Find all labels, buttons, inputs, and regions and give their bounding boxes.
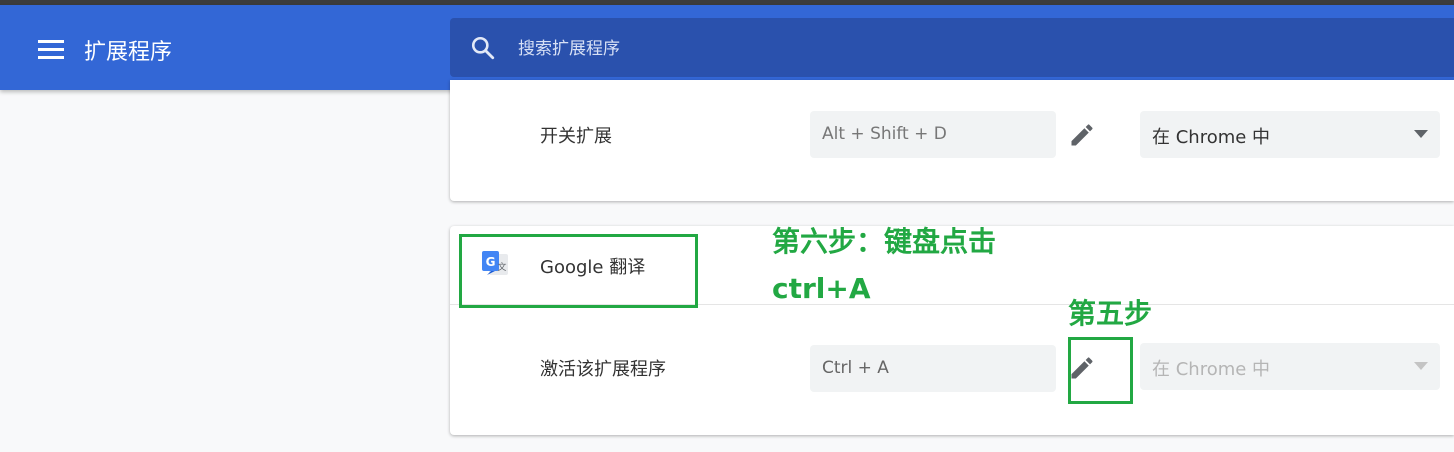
search-bar[interactable] [450, 18, 1454, 77]
page-title: 扩展程序 [84, 40, 173, 65]
annotation-box-edit [1068, 337, 1133, 404]
app-header: 扩展程序 [0, 5, 1454, 90]
annotation-step6-line1: 第六步：键盘点击 [772, 225, 997, 258]
hamburger-menu-icon[interactable] [38, 40, 64, 60]
annotation-step6-line2: ctrl+A [772, 272, 871, 305]
pencil-edit-icon[interactable] [1068, 121, 1096, 149]
shortcut-row-label: 开关扩展 [540, 126, 612, 147]
scope-select[interactable]: 在 Chrome 中 [1140, 343, 1440, 390]
search-input[interactable] [516, 34, 1420, 64]
annotation-box-extension [459, 234, 698, 308]
annotation-step5: 第五步 [1068, 297, 1153, 330]
dropdown-arrow-icon [1414, 130, 1428, 138]
shortcut-row-label: 激活该扩展程序 [540, 359, 666, 380]
shortcut-input[interactable]: Ctrl + A [810, 345, 1056, 392]
scope-select-value: 在 Chrome 中 [1152, 359, 1271, 380]
scope-select[interactable]: 在 Chrome 中 [1140, 111, 1440, 158]
scope-select-value: 在 Chrome 中 [1152, 127, 1271, 148]
dropdown-arrow-icon [1414, 362, 1428, 370]
extension-card: 开关扩展 Alt + Shift + D 在 Chrome 中 [450, 80, 1454, 201]
search-icon [471, 36, 495, 60]
shortcut-input[interactable]: Alt + Shift + D [810, 111, 1056, 158]
